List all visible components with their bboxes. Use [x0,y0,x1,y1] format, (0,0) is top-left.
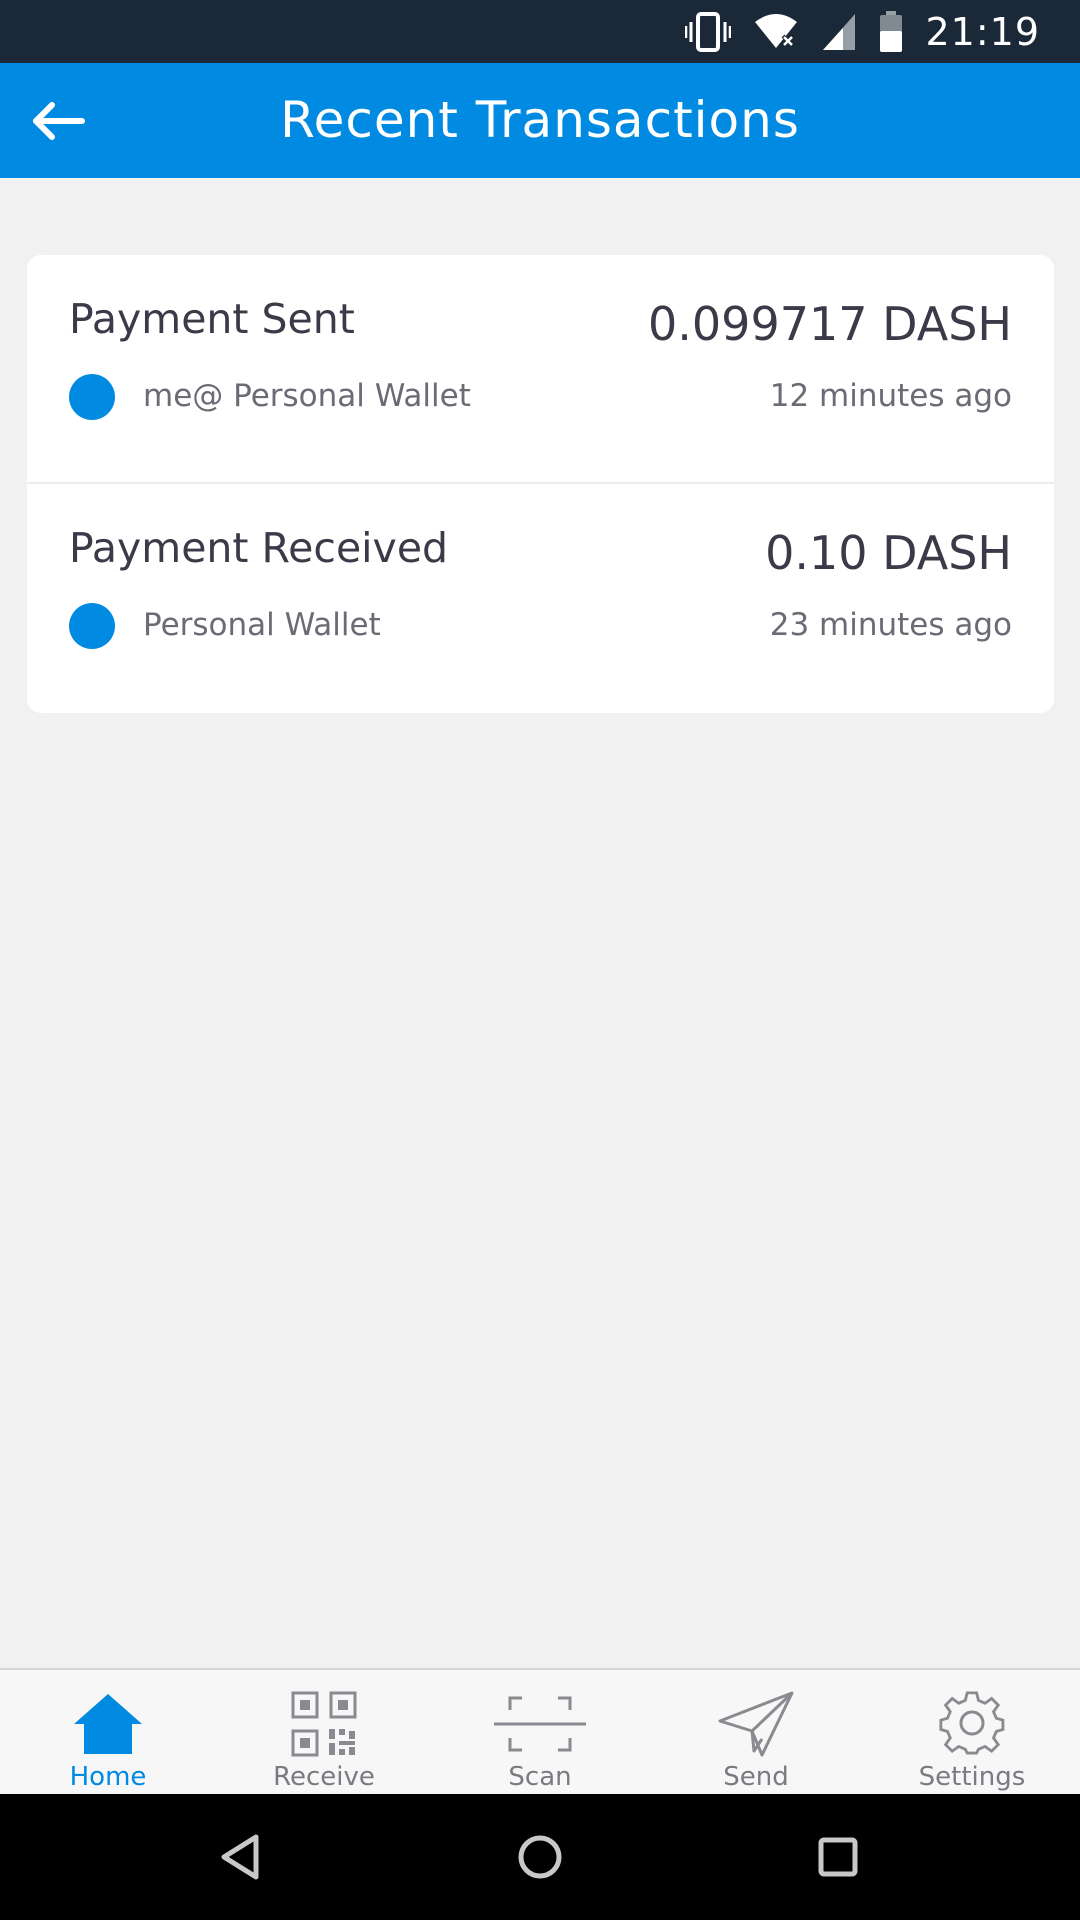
system-nav-bar [0,1794,1080,1920]
transaction-title: Payment Received [69,524,449,572]
nav-label: Send [723,1762,789,1792]
transaction-time: 12 minutes ago [769,378,1012,414]
qr-code-icon [291,1688,357,1760]
transaction-wallet: Personal Wallet [143,607,381,643]
nav-item-send[interactable]: Send [648,1670,864,1794]
nav-label: Scan [508,1762,572,1792]
battery-icon [879,10,903,53]
transaction-title: Payment Sent [69,295,355,343]
signal-icon [821,12,857,52]
scan-icon [492,1688,588,1760]
nav-item-settings[interactable]: Settings [864,1670,1080,1794]
nav-item-scan[interactable]: Scan [432,1670,648,1794]
nav-label: Settings [918,1762,1026,1792]
gear-icon [939,1688,1005,1760]
back-triangle-icon[interactable] [210,1827,270,1887]
transaction-wallet: me@ Personal Wallet [143,378,471,414]
wallet-dot-icon [69,603,115,649]
status-time: 21:19 [925,9,1040,54]
wallet-dot-icon [69,374,115,420]
nav-label: Receive [273,1762,375,1792]
transaction-amount: 0.10 DASH [765,526,1012,580]
app-bar: Recent Transactions [0,63,1080,178]
transaction-amount: 0.099717 DASH [648,297,1012,351]
nav-label: Home [69,1762,147,1792]
paper-plane-icon [718,1688,794,1760]
nav-item-receive[interactable]: Receive [216,1670,432,1794]
transactions-card: Payment Sent 0.099717 DASH me@ Personal … [27,255,1054,713]
home-circle-icon[interactable] [510,1827,570,1887]
transaction-row[interactable]: Payment Received 0.10 DASH Personal Wall… [27,484,1054,713]
back-button[interactable] [28,93,88,153]
bottom-nav: Home Receive Scan Send Settings [0,1668,1080,1794]
transaction-time: 23 minutes ago [769,607,1012,643]
vibrate-icon [685,11,732,52]
arrow-left-icon [30,101,86,145]
page-title: Recent Transactions [280,91,800,149]
nav-item-home[interactable]: Home [0,1670,216,1794]
transaction-row[interactable]: Payment Sent 0.099717 DASH me@ Personal … [27,255,1054,484]
wifi-off-icon [753,12,799,52]
recents-square-icon[interactable] [808,1827,868,1887]
home-icon [72,1688,144,1760]
status-bar: 21:19 [0,0,1080,63]
